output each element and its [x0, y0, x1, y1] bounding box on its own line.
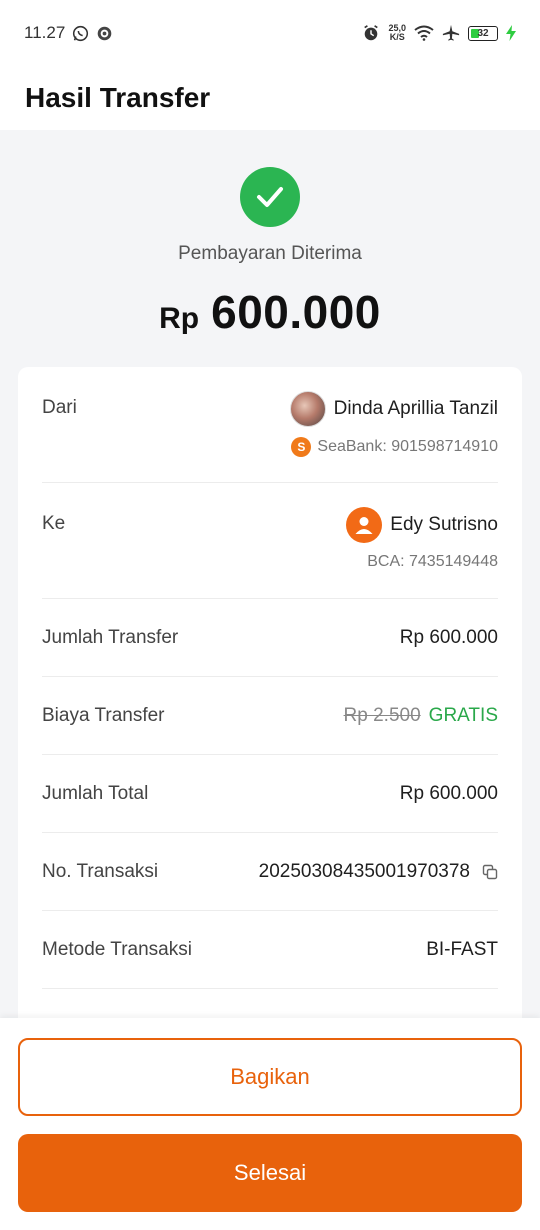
app-notification-icon — [96, 25, 113, 42]
recipient-avatar-icon — [346, 507, 383, 543]
battery-indicator: 32 — [468, 25, 498, 41]
amount-value: 600.000 — [211, 286, 381, 338]
total-label: Jumlah Total — [42, 782, 149, 804]
from-label: Dari — [42, 397, 77, 418]
transfer-amount-value: Rp 600.000 — [399, 626, 498, 648]
fee-label: Biaya Transfer — [42, 704, 165, 726]
amount-currency: Rp — [159, 302, 200, 335]
transfer-details-card: Dari Dinda Aprillia Tanzil S SeaBank: 90… — [18, 367, 522, 1067]
sender-account: SeaBank: 901598714910 — [317, 438, 498, 455]
status-bar: 11.27 25,0 K/S 32 — [0, 0, 540, 66]
app-bar: Hasil Transfer — [0, 66, 540, 130]
charging-icon — [506, 25, 516, 41]
detail-row-total: Jumlah Total Rp 600.000 — [42, 755, 498, 833]
share-button[interactable]: Bagikan — [18, 1038, 522, 1116]
airplane-mode-icon — [442, 24, 460, 42]
seabank-logo-icon: S — [291, 437, 312, 457]
method-label: Metode Transaksi — [42, 938, 192, 960]
method-value: BI-FAST — [426, 938, 498, 960]
sender-name: Dinda Aprillia Tanzil — [333, 398, 498, 419]
status-time: 11.27 — [24, 23, 66, 42]
success-check-icon — [240, 167, 300, 227]
copy-icon[interactable] — [482, 864, 498, 880]
bottom-action-bar: Bagikan Selesai — [0, 1018, 540, 1230]
detail-row-method: Metode Transaksi BI-FAST — [42, 911, 498, 989]
payment-amount: Rp 600.000 — [0, 285, 540, 339]
fee-value: Rp 2.500 GRATIS — [344, 705, 498, 727]
network-speed: 25,0 K/S — [388, 23, 406, 42]
transaction-no-label: No. Transaksi — [42, 860, 159, 882]
transfer-amount-label: Jumlah Transfer — [42, 626, 179, 648]
alarm-icon — [362, 24, 380, 42]
whatsapp-icon — [72, 25, 89, 42]
detail-row-transfer-amount: Jumlah Transfer Rp 600.000 — [42, 599, 498, 677]
to-label: Ke — [42, 513, 66, 534]
recipient-name: Edy Sutrisno — [390, 514, 498, 535]
sender-avatar — [289, 391, 326, 427]
payment-status: Pembayaran Diterima — [178, 243, 362, 264]
recipient-account: BCA: 7435149448 — [367, 553, 498, 570]
fee-original: Rp 2.500 — [343, 704, 421, 726]
total-value: Rp 600.000 — [399, 782, 498, 804]
transaction-no-value: 20250308435001970378 — [259, 861, 498, 883]
detail-row-transaction-no: No. Transaksi 20250308435001970378 — [42, 833, 498, 911]
detail-row-to: Ke Edy Sutrisno BCA: 7435149448 — [42, 483, 498, 599]
detail-row-fee: Biaya Transfer Rp 2.500 GRATIS — [42, 677, 498, 755]
done-button[interactable]: Selesai — [18, 1134, 522, 1212]
transaction-no-text: 20250308435001970378 — [258, 860, 470, 882]
page-title: Hasil Transfer — [25, 82, 211, 113]
detail-row-from: Dari Dinda Aprillia Tanzil S SeaBank: 90… — [42, 367, 498, 483]
fee-free-badge: GRATIS — [428, 704, 498, 726]
result-summary: Pembayaran Diterima Rp 600.000 — [0, 130, 540, 366]
wifi-icon — [414, 25, 434, 41]
